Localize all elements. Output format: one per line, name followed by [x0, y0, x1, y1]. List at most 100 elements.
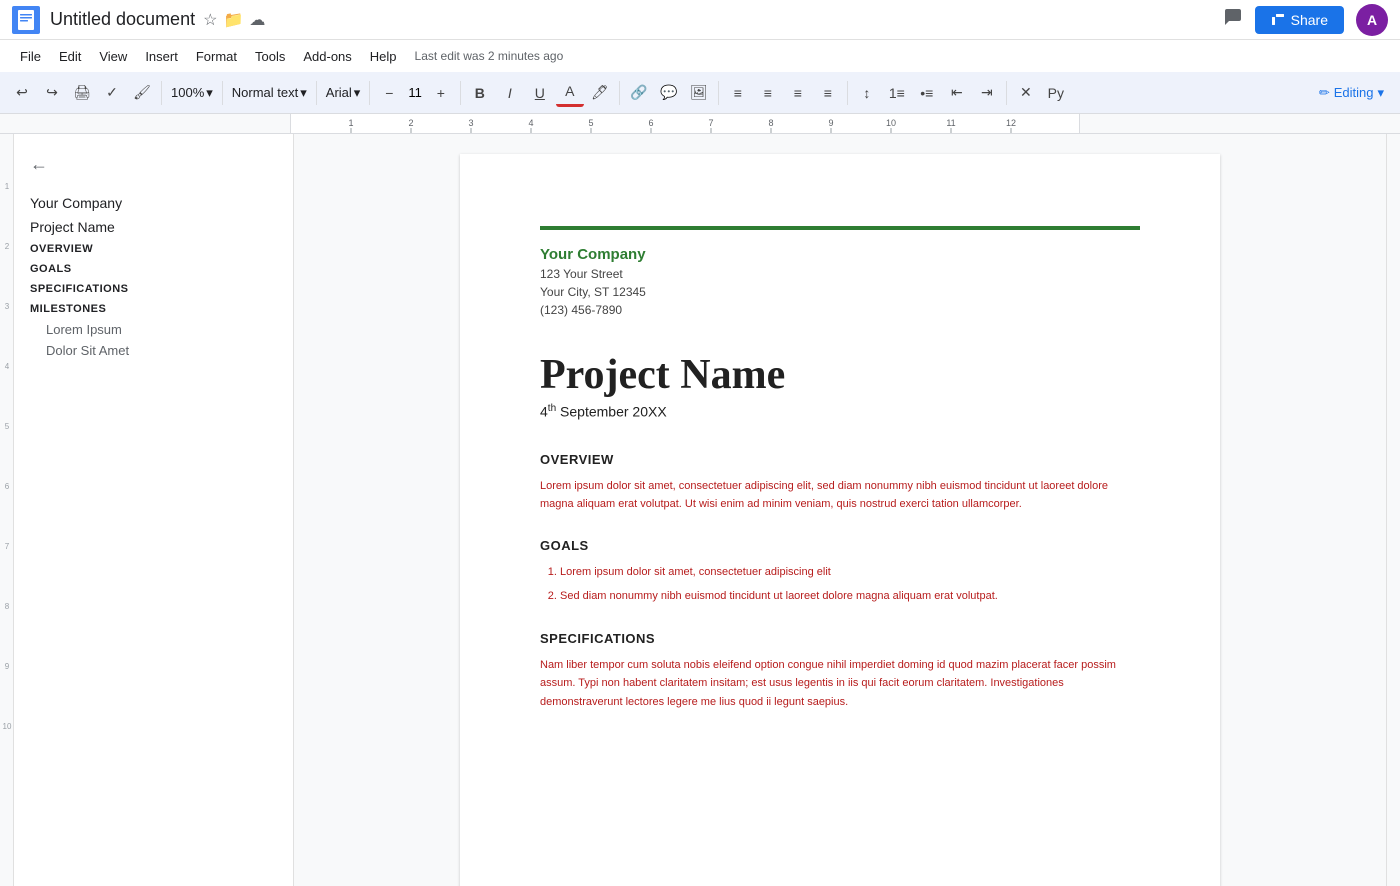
numbered-list-button[interactable]: 1≡ — [883, 79, 911, 107]
doc-city: Your City, ST 12345 — [540, 283, 1140, 301]
ruler: 1 2 3 4 5 6 7 8 9 10 11 — [0, 114, 1400, 134]
svg-text:10: 10 — [3, 722, 12, 731]
editing-chevron: ▾ — [1377, 85, 1384, 101]
align-center-button[interactable]: ≡ — [754, 79, 782, 107]
undo-button[interactable]: ↩ — [8, 79, 36, 107]
increase-indent-button[interactable]: ⇥ — [973, 79, 1001, 107]
doc-date: 4th September 20XX — [540, 403, 1140, 420]
sidebar-item-project[interactable]: Project Name — [14, 215, 293, 239]
menu-view[interactable]: View — [91, 45, 135, 68]
align-right-button[interactable]: ≡ — [784, 79, 812, 107]
font-chevron: ▾ — [354, 85, 361, 101]
style-value: Normal text — [232, 85, 298, 100]
paint-format-button[interactable]: 🖌 — [128, 79, 156, 107]
zoom-dropdown[interactable]: 100% ▾ — [167, 83, 217, 103]
docs-icon — [12, 6, 40, 34]
doc-goals-heading: GOALS — [540, 538, 1140, 553]
ruler-inner: 1 2 3 4 5 6 7 8 9 10 11 — [290, 114, 1080, 134]
menu-tools[interactable]: Tools — [247, 45, 293, 68]
font-size-value: 11 — [405, 85, 425, 100]
bulleted-list-button[interactable]: •≡ — [913, 79, 941, 107]
bold-button[interactable]: B — [466, 79, 494, 107]
svg-text:5: 5 — [5, 422, 10, 431]
sidebar-item-overview[interactable]: OVERVIEW — [14, 239, 293, 259]
document-title[interactable]: Untitled document — [50, 9, 195, 30]
document-page: Your Company 123 Your Street Your City, … — [460, 154, 1220, 886]
separator-3 — [316, 81, 317, 105]
svg-text:3: 3 — [5, 302, 10, 311]
separator-8 — [847, 81, 848, 105]
folder-icon[interactable]: 📁 — [223, 10, 243, 30]
sidebar: ← Your Company Project Name OVERVIEW GOA… — [14, 134, 294, 886]
separator-6 — [619, 81, 620, 105]
separator-9 — [1006, 81, 1007, 105]
menu-edit[interactable]: Edit — [51, 45, 89, 68]
separator-5 — [460, 81, 461, 105]
sidebar-item-milestones[interactable]: MILESTONES — [14, 299, 293, 319]
svg-text:4: 4 — [528, 118, 533, 128]
user-avatar[interactable]: A — [1356, 4, 1388, 36]
left-margin-ruler: 1 2 3 4 5 6 7 8 9 10 — [0, 134, 14, 886]
comment-button[interactable]: 💬 — [655, 79, 683, 107]
last-edit-label: Last edit was 2 minutes ago — [415, 49, 564, 63]
svg-text:6: 6 — [648, 118, 653, 128]
sidebar-subitem-dolor[interactable]: Dolor Sit Amet — [14, 340, 293, 361]
line-spacing-button[interactable]: ↕ — [853, 79, 881, 107]
image-button[interactable]: 🖼 — [685, 79, 713, 107]
font-dropdown[interactable]: Arial ▾ — [322, 83, 365, 103]
style-dropdown[interactable]: Normal text ▾ — [228, 83, 311, 103]
style-chevron: ▾ — [300, 85, 307, 101]
menu-insert[interactable]: Insert — [137, 45, 186, 68]
cloud-icon[interactable]: ☁ — [249, 10, 265, 30]
print-button[interactable]: 🖨 — [68, 79, 96, 107]
editing-mode-button[interactable]: ✏ Editing ▾ — [1311, 81, 1392, 105]
main-layout: 1 2 3 4 5 6 7 8 9 10 ← Your Company Proj… — [0, 134, 1400, 886]
menu-file[interactable]: File — [12, 45, 49, 68]
editing-label: Editing — [1334, 85, 1374, 100]
clear-format-button[interactable]: ✕ — [1012, 79, 1040, 107]
doc-street: 123 Your Street — [540, 265, 1140, 283]
underline-button[interactable]: U — [526, 79, 554, 107]
redo-button[interactable]: ↪ — [38, 79, 66, 107]
svg-text:9: 9 — [5, 662, 10, 671]
highlight-button[interactable]: 🖊 — [586, 79, 614, 107]
menu-addons[interactable]: Add-ons — [295, 45, 359, 68]
chat-button[interactable] — [1223, 7, 1243, 33]
svg-text:2: 2 — [408, 118, 413, 128]
sidebar-item-specs[interactable]: SPECIFICATIONS — [14, 279, 293, 299]
decrease-font-button[interactable]: − — [375, 79, 403, 107]
svg-text:11: 11 — [946, 118, 955, 128]
decrease-indent-button[interactable]: ⇤ — [943, 79, 971, 107]
justify-button[interactable]: ≡ — [814, 79, 842, 107]
separator-1 — [161, 81, 162, 105]
zoom-value: 100% — [171, 85, 204, 100]
doc-company-name: Your Company — [540, 246, 1140, 263]
sidebar-item-goals[interactable]: GOALS — [14, 259, 293, 279]
text-color-button[interactable]: A — [556, 79, 584, 107]
separator-7 — [718, 81, 719, 105]
python-button[interactable]: Py — [1042, 79, 1070, 107]
doc-date-sup: th — [548, 403, 556, 414]
svg-text:9: 9 — [828, 118, 833, 128]
document-area[interactable]: Your Company 123 Your Street Your City, … — [294, 134, 1386, 886]
svg-text:4: 4 — [5, 362, 10, 371]
star-icon[interactable]: ☆ — [203, 10, 217, 30]
sidebar-subitem-lorem[interactable]: Lorem Ipsum — [14, 319, 293, 340]
doc-phone: (123) 456-7890 — [540, 301, 1140, 319]
menu-format[interactable]: Format — [188, 45, 245, 68]
italic-button[interactable]: I — [496, 79, 524, 107]
doc-project-title: Project Name — [540, 351, 1140, 399]
doc-goals-list: Lorem ipsum dolor sit amet, consectetuer… — [560, 563, 1140, 607]
svg-text:2: 2 — [5, 242, 10, 251]
menu-help[interactable]: Help — [362, 45, 405, 68]
sidebar-back-button[interactable]: ← — [14, 146, 293, 183]
align-left-button[interactable]: ≡ — [724, 79, 752, 107]
sidebar-item-company[interactable]: Your Company — [14, 191, 293, 215]
doc-specs-heading: SPECIFICATIONS — [540, 631, 1140, 646]
increase-font-button[interactable]: + — [427, 79, 455, 107]
spell-check-button[interactable]: ✓ — [98, 79, 126, 107]
link-button[interactable]: 🔗 — [625, 79, 653, 107]
back-arrow-icon: ← — [30, 154, 48, 175]
share-button[interactable]: Share — [1255, 6, 1344, 34]
title-bar: Untitled document ☆ 📁 ☁ Share A — [0, 0, 1400, 40]
